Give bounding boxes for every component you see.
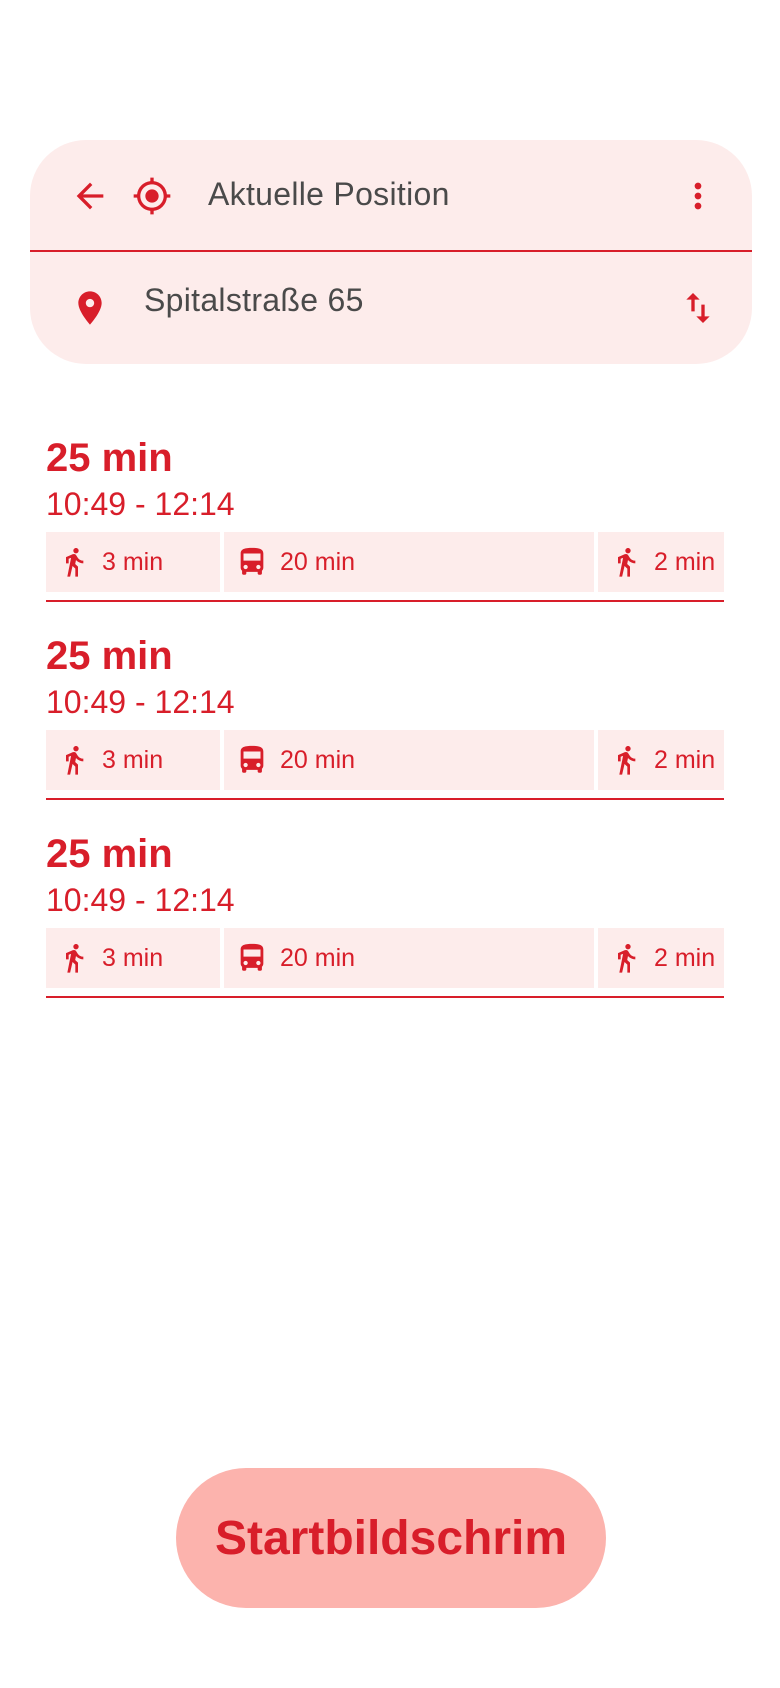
leg-duration: 20 min	[280, 547, 356, 576]
route-leg: 3 min	[46, 532, 220, 592]
route-duration: 25 min	[46, 436, 173, 480]
route-legs: 3 min 20 min 2 min	[46, 730, 724, 790]
route-option[interactable]: 25 min 10:49 - 12:14 3 min 20 min 2 min	[46, 826, 724, 1024]
route-divider	[46, 996, 724, 998]
walk-icon	[598, 942, 654, 974]
more-options-icon[interactable]	[670, 168, 726, 224]
leg-duration: 2 min	[654, 943, 716, 972]
bus-icon	[224, 545, 280, 579]
origin-row[interactable]: Aktuelle Position	[30, 140, 752, 251]
location-pin-icon	[62, 280, 118, 336]
route-leg: 2 min	[598, 532, 724, 592]
walk-icon	[598, 546, 654, 578]
back-arrow-icon[interactable]	[62, 168, 118, 224]
route-duration: 25 min	[46, 634, 173, 678]
leg-duration: 2 min	[654, 745, 716, 774]
route-leg: 20 min	[224, 730, 594, 790]
route-leg: 3 min	[46, 928, 220, 988]
route-times: 10:49 - 12:14	[46, 882, 235, 918]
route-leg: 3 min	[46, 730, 220, 790]
destination-field[interactable]: Spitalstraße 65	[144, 282, 364, 319]
route-search-card: Aktuelle Position Spitalstraße 65	[30, 140, 752, 364]
walk-icon	[46, 744, 102, 776]
route-leg: 2 min	[598, 928, 724, 988]
route-leg: 20 min	[224, 532, 594, 592]
leg-duration: 2 min	[654, 547, 716, 576]
swap-vertical-icon[interactable]	[670, 280, 726, 336]
route-times: 10:49 - 12:14	[46, 684, 235, 720]
route-legs: 3 min 20 min 2 min	[46, 928, 724, 988]
leg-duration: 20 min	[280, 745, 356, 774]
bus-icon	[224, 941, 280, 975]
home-screen-button[interactable]: Startbildschrim	[176, 1468, 606, 1608]
crosshair-location-icon[interactable]	[124, 168, 180, 224]
destination-row[interactable]: Spitalstraße 65	[30, 252, 752, 363]
route-results-list: 25 min 10:49 - 12:14 3 min 20 min 2 min …	[46, 430, 724, 1024]
route-option[interactable]: 25 min 10:49 - 12:14 3 min 20 min 2 min	[46, 628, 724, 826]
leg-duration: 20 min	[280, 943, 356, 972]
route-divider	[46, 798, 724, 800]
bus-icon	[224, 743, 280, 777]
origin-field[interactable]: Aktuelle Position	[208, 176, 450, 213]
leg-duration: 3 min	[102, 943, 164, 972]
route-times: 10:49 - 12:14	[46, 486, 235, 522]
route-divider	[46, 600, 724, 602]
route-option[interactable]: 25 min 10:49 - 12:14 3 min 20 min 2 min	[46, 430, 724, 628]
route-leg: 2 min	[598, 730, 724, 790]
walk-icon	[46, 546, 102, 578]
walk-icon	[46, 942, 102, 974]
route-legs: 3 min 20 min 2 min	[46, 532, 724, 592]
walk-icon	[598, 744, 654, 776]
route-leg: 20 min	[224, 928, 594, 988]
leg-duration: 3 min	[102, 547, 164, 576]
route-duration: 25 min	[46, 832, 173, 876]
leg-duration: 3 min	[102, 745, 164, 774]
